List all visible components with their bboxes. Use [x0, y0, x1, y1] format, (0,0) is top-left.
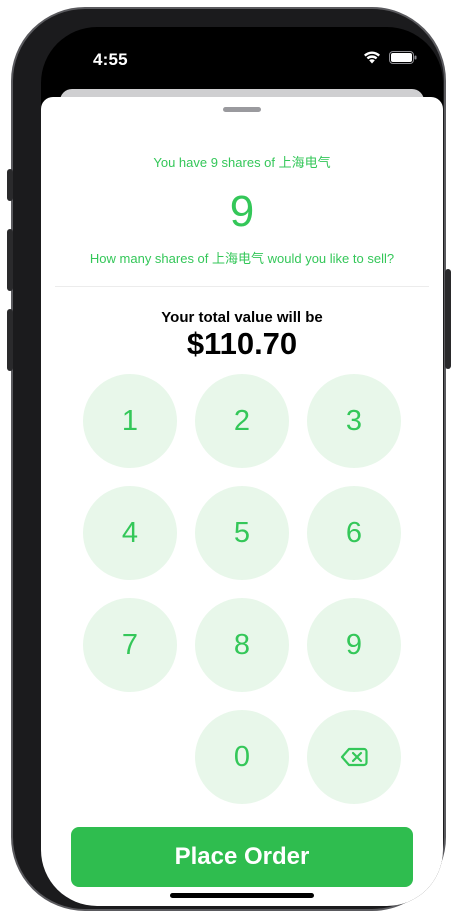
sell-order-sheet: You have 9 shares of 上海电气 9 How many sha…	[41, 97, 443, 906]
share-quantity: 9	[229, 187, 255, 236]
divider	[55, 286, 429, 287]
volume-up-button	[7, 229, 13, 291]
backspace-icon	[340, 747, 368, 767]
status-time: 4:55	[93, 50, 128, 69]
key-2[interactable]: 2	[195, 374, 289, 468]
key-9[interactable]: 9	[307, 598, 401, 692]
key-0[interactable]: 0	[195, 710, 289, 804]
wifi-icon	[364, 51, 380, 64]
sheet-grabber[interactable]	[223, 107, 261, 112]
total-value: $110.70	[186, 326, 298, 361]
volume-down-button	[7, 309, 13, 371]
home-indicator	[170, 893, 314, 898]
status-icons	[363, 51, 417, 64]
key-5[interactable]: 5	[195, 486, 289, 580]
key-8[interactable]: 8	[195, 598, 289, 692]
key-1[interactable]: 1	[83, 374, 177, 468]
key-4[interactable]: 4	[83, 486, 177, 580]
screen: 4:55 You have 9 shares of 上海电气 9 How man…	[41, 27, 443, 906]
battery-icon	[389, 51, 417, 64]
place-order-button[interactable]: Place Order	[71, 827, 413, 887]
phone-frame: 4:55 You have 9 shares of 上海电气 9 How man…	[11, 7, 446, 911]
total-label: Your total value will be	[161, 309, 323, 326]
key-6[interactable]: 6	[307, 486, 401, 580]
question-text: How many shares of 上海电气 would you like t…	[89, 251, 395, 266]
action-button	[7, 169, 13, 201]
key-7[interactable]: 7	[83, 598, 177, 692]
key-3[interactable]: 3	[307, 374, 401, 468]
holding-text: You have 9 shares of 上海电气	[153, 155, 331, 170]
dynamic-island	[181, 41, 305, 77]
power-button	[445, 269, 451, 369]
delete-button[interactable]	[307, 710, 401, 804]
